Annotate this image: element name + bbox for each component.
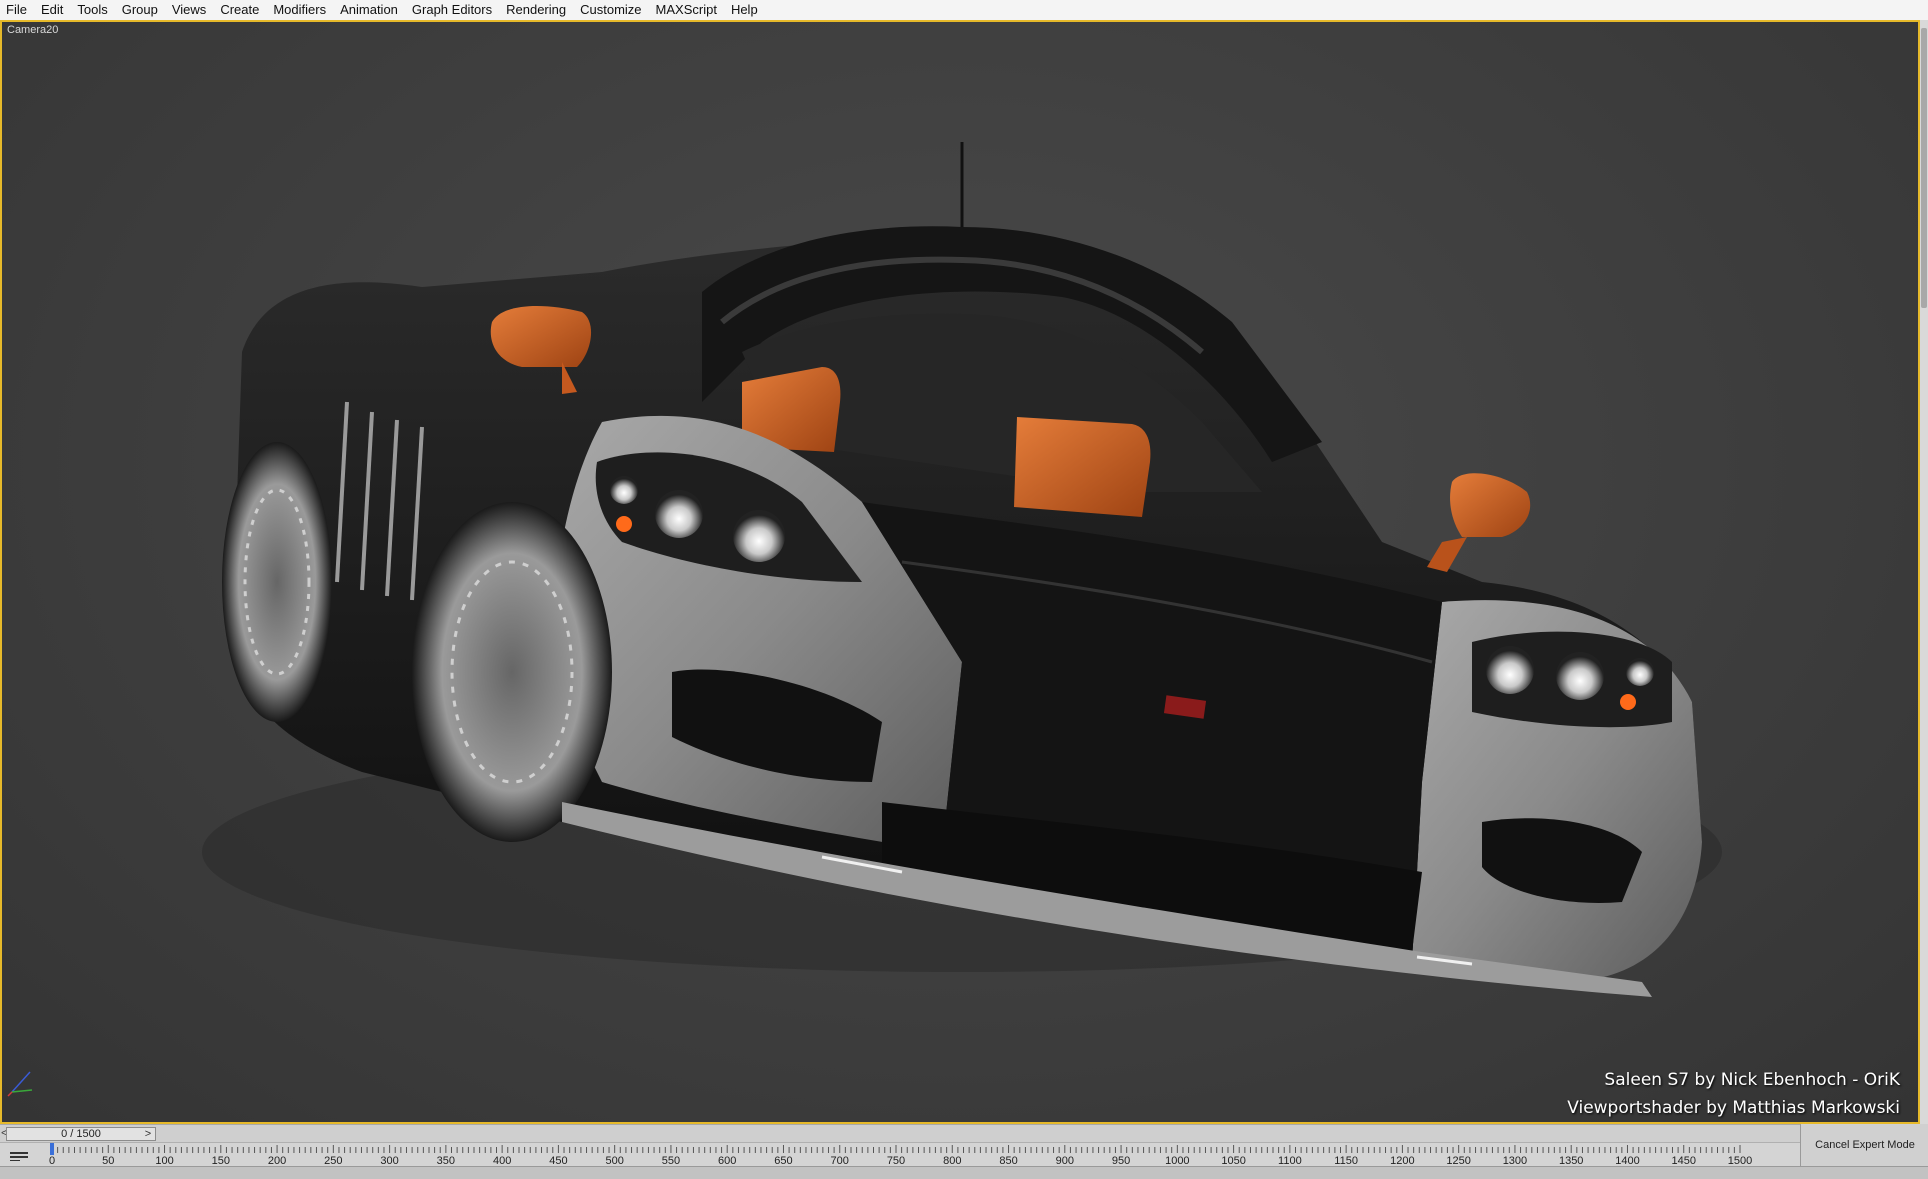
track-ruler: 0 50 100 150 200 250 300 350 400 450 500 550 600 650 7…: [49, 1143, 1752, 1167]
time-slider-handle[interactable]: 0 / 1500: [6, 1127, 156, 1141]
menu-maxscript[interactable]: MAXScript: [649, 0, 724, 20]
cancel-expert-mode-button[interactable]: Cancel Expert Mode: [1800, 1124, 1928, 1166]
menu-tools[interactable]: Tools: [70, 0, 114, 20]
track-bar[interactable]: 0 50 100 150 200 250 300 350 400 450 500 550 600 650 7…: [0, 1142, 1800, 1167]
status-bar: [0, 1166, 1928, 1179]
credits-line-1: Saleen S7 by Nick Ebenhoch - OriK: [1604, 1070, 1900, 1090]
menu-rendering[interactable]: Rendering: [499, 0, 573, 20]
frame-counter: 0 / 1500: [61, 1128, 101, 1140]
menu-animation[interactable]: Animation: [333, 0, 405, 20]
menu-modifiers[interactable]: Modifiers: [266, 0, 333, 20]
track-bar-menu-icon[interactable]: [8, 1150, 30, 1162]
menu-edit[interactable]: Edit: [34, 0, 70, 20]
menu-customize[interactable]: Customize: [573, 0, 648, 20]
time-slider-next-icon[interactable]: >: [142, 1127, 154, 1141]
time-slider[interactable]: < 0 / 1500 >: [0, 1124, 1800, 1143]
menu-bar: File Edit Tools Group Views Create Modif…: [0, 0, 1928, 21]
menu-file[interactable]: File: [0, 0, 34, 20]
scrollbar-thumb[interactable]: [1921, 28, 1927, 308]
render-credits: Saleen S7 by Nick Ebenhoch - OriK Viewpo…: [1567, 1066, 1900, 1122]
menu-views[interactable]: Views: [165, 0, 213, 20]
viewport-scrollbar[interactable]: [1920, 20, 1928, 1124]
menu-help[interactable]: Help: [724, 0, 765, 20]
current-frame-marker: [50, 1143, 54, 1155]
menu-create[interactable]: Create: [213, 0, 266, 20]
camera-viewport[interactable]: Camera20 Saleen S7 by Nick Ebenhoch - Or…: [0, 20, 1920, 1124]
axis-gizmo-icon: [7, 1071, 33, 1097]
car-render: [202, 142, 1722, 997]
menu-graph-editors[interactable]: Graph Editors: [405, 0, 499, 20]
menu-group[interactable]: Group: [115, 0, 165, 20]
credits-line-2: Viewportshader by Matthias Markowski: [1567, 1098, 1900, 1118]
